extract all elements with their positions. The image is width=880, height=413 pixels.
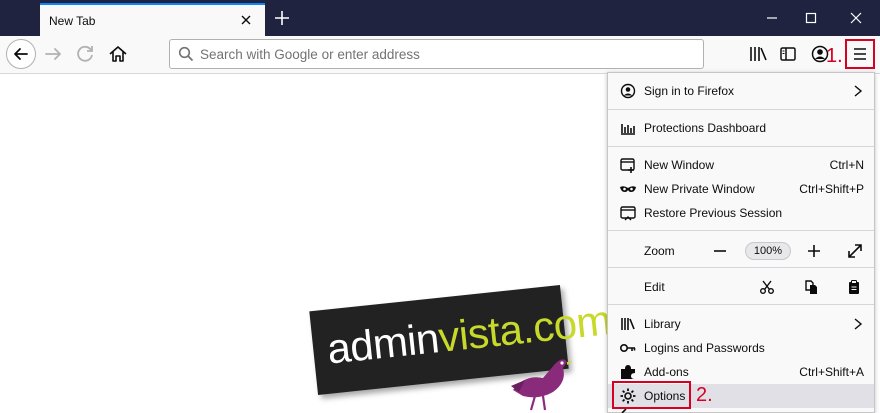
close-icon[interactable] (237, 11, 255, 29)
menu-item-restore-session[interactable]: Restore Previous Session (608, 201, 874, 225)
new-tab-button[interactable] (270, 6, 294, 30)
fullscreen-icon[interactable] (846, 242, 864, 260)
shortcut-addons: Ctrl+Shift+A (799, 365, 864, 379)
menu-item-logins[interactable]: Logins and Passwords (608, 336, 874, 360)
private-mask-icon (620, 186, 636, 192)
address-placeholder: Search with Google or enter address (200, 47, 420, 62)
shortcut-new-private: Ctrl+Shift+P (799, 182, 864, 196)
window-close-button[interactable] (844, 6, 868, 30)
library-icon[interactable] (744, 40, 772, 68)
menu-item-protections-dashboard[interactable]: Protections Dashboard (608, 116, 874, 140)
menu-label-new-window: New Window (644, 158, 715, 172)
menu-item-zoom: Zoom 100% (608, 237, 874, 265)
cut-icon[interactable] (759, 279, 775, 295)
menu-label-addons: Add-ons (644, 365, 689, 379)
navigation-toolbar: Search with Google or enter address 1. (0, 36, 880, 74)
menu-label-zoom: Zoom (644, 244, 675, 258)
menu-item-new-private-window[interactable]: New Private Window Ctrl+Shift+P (608, 177, 874, 201)
paste-icon[interactable] (846, 279, 862, 295)
hamburger-icon (854, 48, 866, 60)
tab-new-tab[interactable]: New Tab (40, 3, 265, 36)
menu-label-logins: Logins and Passwords (644, 341, 765, 355)
menu-item-edit: Edit (608, 275, 874, 299)
chevron-right-icon (854, 318, 863, 330)
menu-label-sign-in: Sign in to Firefox (644, 84, 735, 98)
shortcut-new-window: Ctrl+N (829, 158, 864, 172)
menu-separator (608, 267, 874, 268)
back-arrow-icon (14, 48, 28, 60)
menu-separator (608, 109, 874, 110)
menu-label-library: Library (644, 317, 681, 331)
chevron-right-icon (854, 85, 863, 97)
bird-logo-icon (511, 359, 573, 411)
menu-separator (608, 146, 874, 147)
tab-strip: New Tab (0, 0, 880, 36)
restore-session-icon (620, 206, 636, 221)
minimize-button[interactable] (760, 6, 784, 30)
zoom-in-button[interactable] (806, 243, 822, 259)
options-highlight-box (612, 381, 691, 409)
back-button[interactable] (6, 39, 36, 69)
zoom-reset-button[interactable]: 100% (745, 242, 791, 260)
menu-item-library[interactable]: Library (608, 312, 874, 336)
menu-item-sign-in[interactable]: Sign in to Firefox (608, 79, 874, 103)
maximize-button[interactable] (799, 6, 823, 30)
key-icon (619, 344, 636, 353)
menu-label-protections: Protections Dashboard (644, 121, 767, 135)
account-icon (620, 83, 636, 99)
menu-label-restore: Restore Previous Session (644, 206, 783, 220)
forward-button[interactable] (40, 40, 68, 68)
reload-button[interactable] (72, 40, 100, 68)
zoom-out-button[interactable] (712, 243, 728, 259)
search-icon (178, 46, 194, 62)
home-button[interactable] (104, 40, 132, 68)
menu-item-new-window[interactable]: New Window Ctrl+N (608, 153, 874, 177)
customize-icon-partial (621, 409, 627, 413)
app-menu-panel: Sign in to Firefox Protections Dashboard… (607, 72, 875, 413)
menu-separator (608, 304, 874, 305)
step-2-label: 2. (696, 384, 713, 406)
menu-button[interactable] (845, 39, 875, 69)
menu-separator (608, 230, 874, 231)
puzzle-icon (621, 365, 635, 379)
new-window-icon (620, 158, 635, 173)
menu-label-new-private: New Private Window (644, 182, 755, 196)
tab-title: New Tab (49, 14, 96, 28)
menu-label-edit: Edit (644, 280, 665, 294)
sidebar-icon[interactable] (774, 40, 802, 68)
dashboard-icon (621, 124, 635, 135)
copy-icon[interactable] (803, 279, 819, 295)
logo-text-admin: admin (324, 314, 442, 373)
address-bar[interactable]: Search with Google or enter address (169, 39, 704, 69)
step-1-label: 1. (826, 45, 843, 67)
library-icon (621, 318, 635, 330)
